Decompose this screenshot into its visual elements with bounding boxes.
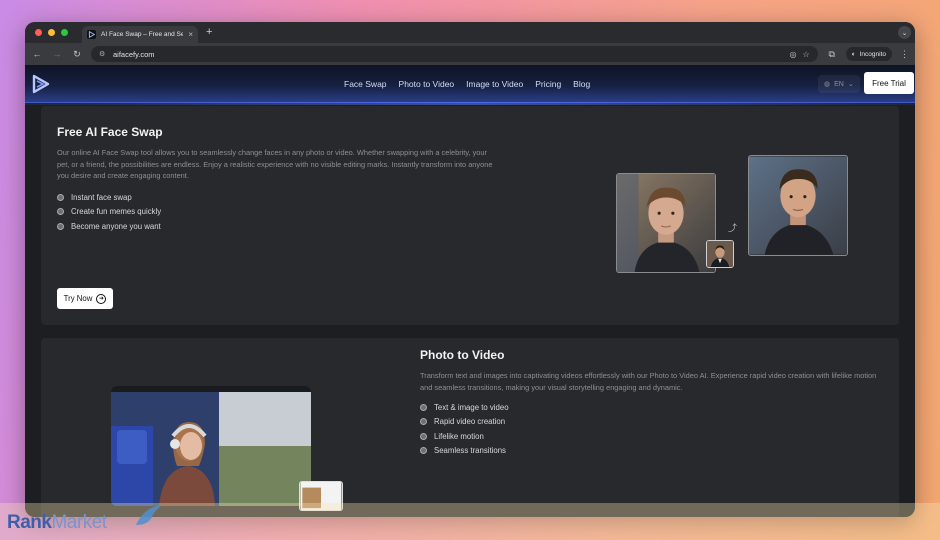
tab-close-icon[interactable]: × — [188, 30, 193, 39]
feature-item: Create fun memes quickly — [57, 205, 161, 220]
free-trial-button[interactable]: Free Trial — [864, 72, 914, 94]
bullet-icon — [420, 403, 427, 411]
bullet-icon — [420, 447, 427, 455]
try-now-button[interactable]: Try Now ➜ — [57, 288, 113, 309]
feature-label: Create fun memes quickly — [71, 207, 162, 217]
nav-photo-to-video[interactable]: Photo to Video — [399, 79, 455, 89]
bird-icon — [136, 505, 162, 525]
web-page: Face Swap Photo to Video Image to Video … — [25, 65, 915, 517]
try-now-label: Try Now — [63, 294, 93, 303]
nav-image-to-video[interactable]: Image to Video — [466, 79, 523, 89]
site-header: Face Swap Photo to Video Image to Video … — [25, 65, 915, 105]
zoom-window-button[interactable] — [61, 29, 68, 36]
url-text[interactable]: aifacefy.com — [113, 50, 784, 59]
photo-to-video-title: Photo to Video — [420, 348, 505, 362]
site-info-icon[interactable]: ⚙ — [99, 50, 107, 58]
site-nav: Face Swap Photo to Video Image to Video … — [344, 79, 590, 89]
source-face-photo — [616, 173, 716, 273]
photo-to-video-description: Transform text and images into captivati… — [420, 371, 877, 392]
swap-arrow-icon: ⤴ — [728, 223, 738, 233]
result-face-photo — [748, 155, 848, 256]
window-controls — [35, 29, 68, 36]
address-bar[interactable]: ⚙ aifacefy.com ◎ ☆ — [91, 46, 818, 62]
target-face-thumbnail — [706, 240, 734, 268]
feature-item: Rapid video creation — [420, 415, 509, 430]
bullet-icon — [420, 432, 427, 440]
globe-icon: ◍ — [824, 81, 831, 88]
face-swap-features: Instant face swap Create fun memes quick… — [57, 190, 161, 234]
feature-item: Seamless transitions — [420, 444, 509, 459]
train-girl-video-preview — [111, 386, 311, 506]
feature-label: Become anyone you want — [71, 221, 161, 231]
tab-title: AI Face Swap – Free and Sec — [101, 31, 184, 38]
incognito-badge[interactable]: ◐ Incognito — [845, 47, 892, 61]
tab-search-chevron-icon[interactable]: ⌄ — [898, 26, 911, 39]
feature-label: Lifelike motion — [434, 431, 484, 441]
chevron-down-icon: ⌄ — [847, 81, 854, 88]
bullet-icon — [420, 418, 427, 426]
browser-forward-icon[interactable]: → — [51, 49, 63, 59]
feature-item: Lifelike motion — [420, 429, 509, 444]
feature-item: Become anyone you want — [57, 219, 161, 234]
reload-icon[interactable]: ↻ — [71, 49, 83, 60]
eye-off-icon[interactable]: ◎ — [790, 50, 797, 59]
photo-to-video-features: Text & image to video Rapid video creati… — [420, 400, 509, 458]
feature-label: Seamless transitions — [434, 446, 506, 456]
incognito-label: Incognito — [859, 50, 886, 58]
browser-tab[interactable]: AI Face Swap – Free and Sec × — [82, 26, 198, 43]
nav-pricing[interactable]: Pricing — [535, 79, 561, 89]
feature-item: Text & image to video — [420, 400, 509, 415]
feature-label: Rapid video creation — [434, 417, 506, 427]
minimize-window-button[interactable] — [48, 29, 55, 36]
face-swap-description: Our online AI Face Swap tool allows you … — [57, 148, 493, 180]
face-swap-title: Free AI Face Swap — [57, 125, 163, 139]
language-label: EN — [834, 80, 844, 88]
tab-strip: AI Face Swap – Free and Sec × + ⌄ — [25, 22, 915, 43]
bullet-icon — [57, 222, 64, 230]
feature-label: Instant face swap — [71, 192, 132, 202]
face-swap-section: Free AI Face Swap Our online AI Face Swa… — [41, 106, 899, 325]
language-selector[interactable]: ◍ EN ⌄ — [818, 75, 860, 93]
extensions-icon[interactable]: ⧉ — [826, 49, 838, 60]
bullet-icon — [57, 208, 64, 216]
nav-face-swap[interactable]: Face Swap — [344, 79, 387, 89]
star-icon[interactable]: ☆ — [803, 50, 810, 59]
browser-back-icon[interactable]: ← — [31, 49, 43, 59]
browser-toolbar: ← → ↻ ⚙ aifacefy.com ◎ ☆ ⧉ ◐ Incognito ⋮ — [25, 43, 915, 65]
feature-label: Text & image to video — [434, 402, 509, 412]
watermark-brand-a: Rank — [7, 512, 52, 533]
kebab-icon[interactable]: ⋮ — [900, 49, 909, 60]
feature-item: Instant face swap — [57, 190, 161, 205]
close-window-button[interactable] — [35, 29, 42, 36]
photo-to-video-section: Photo to Video Transform text and images… — [41, 338, 899, 517]
arrow-right-circle-icon: ➜ — [96, 293, 107, 304]
watermark-brand-b: Market — [51, 512, 107, 533]
bullet-icon — [57, 193, 64, 201]
browser-window: AI Face Swap – Free and Sec × + ⌄ ← → ↻ … — [25, 22, 915, 517]
watermark-logo: RankMarket — [7, 512, 107, 534]
logo-icon[interactable] — [31, 74, 51, 94]
nav-blog[interactable]: Blog — [573, 79, 590, 89]
new-tab-button[interactable]: + — [206, 27, 212, 38]
incognito-icon: ◐ — [851, 50, 856, 58]
favicon-icon — [87, 30, 96, 39]
